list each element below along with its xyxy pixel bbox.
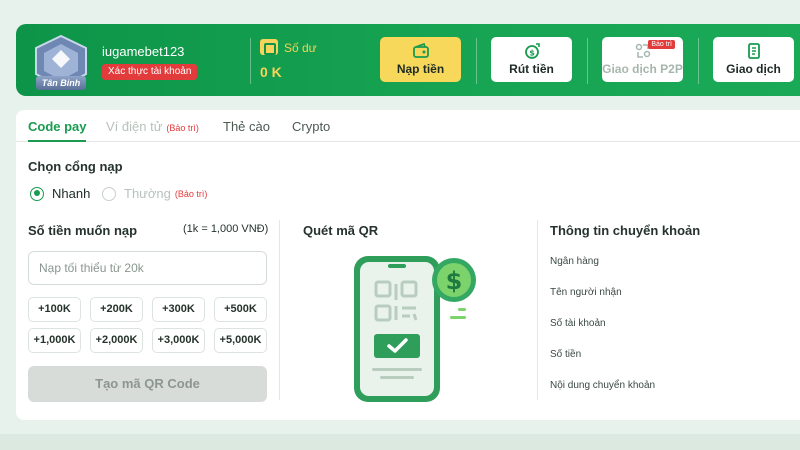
p2p-transaction-button[interactable]: Bảo trì Giao dịch P2P xyxy=(602,37,683,82)
phone-qr-icon: $ xyxy=(354,256,476,402)
info-bank: Ngân hàng xyxy=(550,256,599,267)
payment-method-tabs: Code pay Ví điện tử (Bảo trì) Thẻ cào Cry… xyxy=(16,110,800,142)
maintenance-badge: Bảo trì xyxy=(648,40,675,49)
tab-scratch-card[interactable]: Thẻ cào xyxy=(223,119,270,134)
verify-account-button[interactable]: Xác thực tài khoản xyxy=(102,64,198,80)
column-divider xyxy=(279,220,280,400)
rank-avatar: Tân Binh xyxy=(30,34,92,92)
tab-e-wallet[interactable]: Ví điện tử (Bảo trì) xyxy=(106,119,199,134)
withdraw-label: Rút tiền xyxy=(509,62,554,76)
username: iugamebet123 xyxy=(102,44,185,59)
amount-chip-2000k[interactable]: +2,000K xyxy=(90,328,143,353)
account-header: Tân Binh iugamebet123 Xác thực tài khoản… xyxy=(16,24,800,96)
wallet-icon xyxy=(260,39,278,55)
rank-label: Tân Binh xyxy=(36,76,86,90)
wallet-icon xyxy=(412,42,429,58)
tab-crypto[interactable]: Crypto xyxy=(292,119,330,134)
deposit-panel: Code pay Ví điện tử (Bảo trì) Thẻ cào Cry… xyxy=(16,110,800,420)
money-out-icon: $ xyxy=(524,43,540,59)
header-divider xyxy=(476,38,477,84)
transfer-info-title: Thông tin chuyển khoản xyxy=(550,223,701,238)
deposit-label: Nạp tiền xyxy=(396,62,445,76)
p2p-label: Giao dịch P2P xyxy=(602,62,683,76)
option-label: Nhanh xyxy=(52,186,91,201)
active-tab-indicator xyxy=(28,140,86,142)
radio-selected-icon xyxy=(30,186,44,201)
amount-chip-1000k[interactable]: +1,000K xyxy=(28,328,81,353)
amount-chip-3000k[interactable]: +3,000K xyxy=(152,328,205,353)
radio-unselected-icon xyxy=(102,186,116,201)
info-recipient: Tên người nhận xyxy=(550,287,622,298)
maintenance-badge: (Bảo trì) xyxy=(166,123,199,133)
qr-phone-illustration: $ xyxy=(350,250,480,408)
balance-label: Số dư xyxy=(284,41,317,55)
page-footer-strip xyxy=(0,434,800,450)
transactions-button[interactable]: Giao dịch xyxy=(713,37,794,82)
maintenance-badge: (Bảo trì) xyxy=(174,188,208,199)
gateway-title: Chọn cổng nạp xyxy=(28,159,123,174)
amount-chip-300k[interactable]: +300K xyxy=(152,297,205,322)
info-account-number: Số tài khoản xyxy=(550,318,606,329)
qr-title: Quét mã QR xyxy=(303,223,379,238)
amount-title: Số tiền muốn nạp xyxy=(28,223,138,238)
info-amount: Số tiền xyxy=(550,349,582,360)
gateway-option-fast[interactable]: Nhanh xyxy=(30,186,90,201)
info-transfer-content: Nội dung chuyển khoản xyxy=(550,380,656,391)
withdraw-button[interactable]: $ Rút tiền xyxy=(491,37,572,82)
transactions-label: Giao dịch xyxy=(726,62,781,76)
tab-label: Thẻ cào xyxy=(223,119,270,134)
balance-value: 0 K xyxy=(260,64,282,80)
amount-chip-200k[interactable]: +200K xyxy=(90,297,143,322)
tab-code-pay[interactable]: Code pay xyxy=(28,119,87,134)
tab-label: Code pay xyxy=(28,119,87,134)
header-divider xyxy=(698,38,699,84)
tab-label: Ví điện tử xyxy=(106,119,163,134)
tab-label: Crypto xyxy=(292,119,331,134)
create-qr-button[interactable]: Tạo mã QR Code xyxy=(28,366,267,402)
header-divider xyxy=(250,38,251,84)
exchange-rate: (1k = 1,000 VNĐ) xyxy=(183,223,269,235)
svg-text:$: $ xyxy=(446,267,463,295)
option-label: Thường xyxy=(124,186,171,201)
amount-chip-5000k[interactable]: +5,000K xyxy=(214,328,267,353)
receipt-icon xyxy=(747,43,760,59)
deposit-button[interactable]: Nạp tiền xyxy=(380,37,461,82)
amount-chip-100k[interactable]: +100K xyxy=(28,297,81,322)
amount-chip-500k[interactable]: +500K xyxy=(214,297,267,322)
header-divider xyxy=(587,38,588,84)
amount-input[interactable] xyxy=(28,251,267,285)
svg-text:$: $ xyxy=(529,49,535,58)
column-divider xyxy=(537,220,538,400)
gateway-option-normal[interactable]: Thường (Bảo trì) xyxy=(102,186,207,201)
